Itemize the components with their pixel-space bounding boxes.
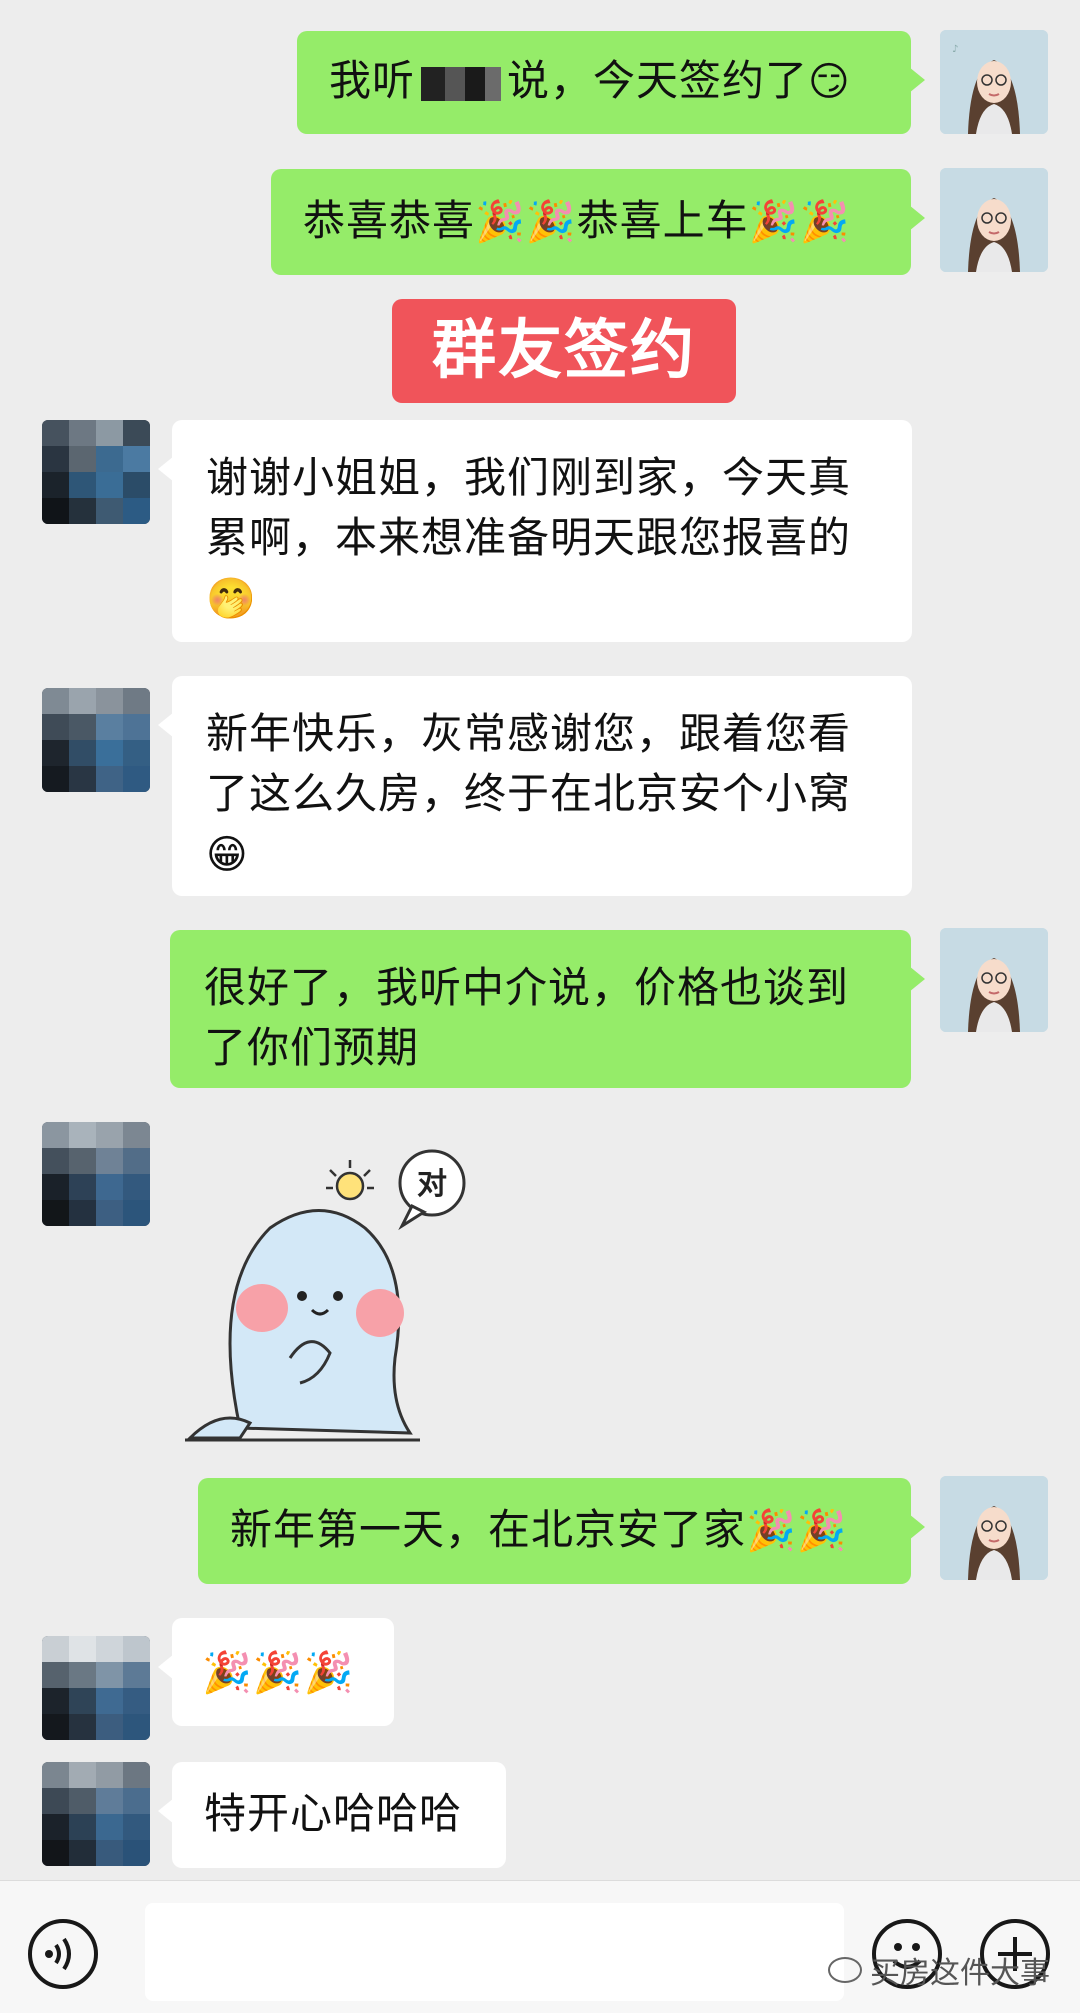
friend-avatar[interactable] <box>42 1122 150 1226</box>
friend-avatar[interactable] <box>42 1762 150 1866</box>
girl-avatar-icon <box>940 928 1048 1032</box>
message-bubble[interactable]: 新年快乐，灰常感谢您，跟着您看了这么久房，终于在北京安个小窝 😁 <box>158 676 912 896</box>
self-avatar[interactable] <box>940 168 1048 272</box>
message-text: 特开心哈哈哈 <box>204 1789 463 1838</box>
message-bubble[interactable]: 🎉🎉🎉 <box>158 1618 394 1726</box>
watermark-text: 买房这件大事 <box>870 1956 1050 1991</box>
girl-avatar-icon: ♪ <box>940 30 1048 134</box>
input-bar <box>0 1880 1080 2013</box>
self-avatar[interactable]: ♪ <box>940 30 1048 134</box>
message-input[interactable] <box>145 1903 844 2001</box>
message-bubble[interactable]: 恭喜恭喜🎉🎉恭喜上车🎉🎉 <box>271 169 925 275</box>
party-popper-icon: 🎉🎉 <box>475 199 577 245</box>
hand-over-mouth-emoji-icon: 🤭 <box>206 576 257 622</box>
censored-name <box>421 66 502 101</box>
message-text: 我听 <box>329 56 416 105</box>
message-bubble[interactable]: 我听 说，今天签约了😏 <box>297 31 925 134</box>
girl-avatar-icon <box>940 168 1048 272</box>
grinning-emoji-icon: 😁 <box>206 832 249 878</box>
message-bubble[interactable]: 特开心哈哈哈 <box>158 1762 506 1868</box>
svg-text:♪: ♪ <box>952 44 958 55</box>
party-popper-icon: 🎉🎉🎉 <box>202 1650 355 1696</box>
message-text: 说，今天签约了 <box>507 56 809 105</box>
sticker-text: 对 <box>417 1167 447 1202</box>
chat-screen: ♪ 我听 说，今天签约了😏 恭喜恭喜🎉🎉恭喜上车🎉🎉 群友签约 谢谢小姐姐，我们刚… <box>0 0 1080 2013</box>
wechat-icon <box>828 1957 862 1983</box>
message-text: 很好了，我听中介说，价格也谈到了你们预期 <box>204 963 850 1072</box>
message-text: 恭喜恭喜 <box>303 196 476 245</box>
message-bubble[interactable]: 很好了，我听中介说，价格也谈到了你们预期 <box>170 930 925 1088</box>
party-popper-icon: 🎉🎉 <box>746 1508 848 1554</box>
message-text: 新年第一天，在北京安了家 <box>230 1505 747 1554</box>
message-text: 恭喜上车 <box>576 196 749 245</box>
message-bubble[interactable]: 谢谢小姐姐，我们刚到家，今天真累啊，本来想准备明天跟您报喜的 🤭 <box>158 420 912 642</box>
message-text: 新年快乐，灰常感谢您，跟着您看了这么久房，终于在北京安个小窝 <box>206 709 852 818</box>
group-signing-banner: 群友签约 <box>392 299 736 403</box>
party-popper-icon: 🎉🎉 <box>748 199 851 245</box>
friend-avatar[interactable] <box>42 1636 150 1740</box>
self-avatar[interactable] <box>940 928 1048 1032</box>
smirk-emoji-icon: 😏 <box>808 59 851 105</box>
seal-sticker[interactable]: 对 <box>180 1138 480 1448</box>
watermark: 买房这件大事 <box>828 1948 1050 1992</box>
self-avatar[interactable] <box>940 1476 1048 1580</box>
girl-avatar-icon <box>940 1476 1048 1580</box>
friend-avatar[interactable] <box>42 688 150 792</box>
message-text: 谢谢小姐姐，我们刚到家，今天真累啊，本来想准备明天跟您报喜的 <box>206 453 852 562</box>
friend-avatar[interactable] <box>42 420 150 524</box>
voice-icon[interactable] <box>28 1919 98 1989</box>
message-bubble[interactable]: 新年第一天，在北京安了家🎉🎉 <box>198 1478 925 1584</box>
